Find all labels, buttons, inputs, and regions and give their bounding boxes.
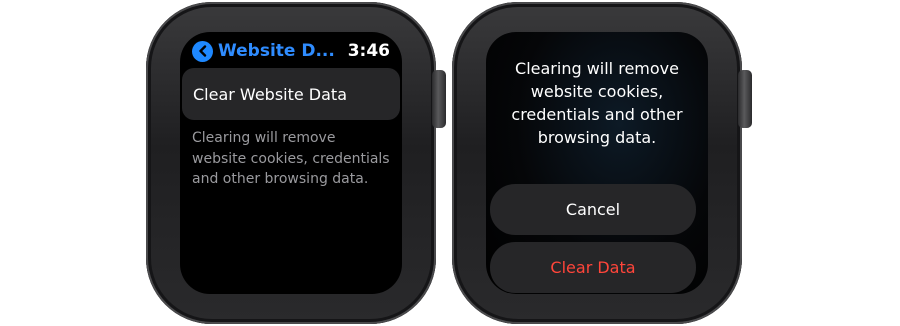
watch-screen-right: Clearing will remove website cookies, cr… [486,32,708,294]
clear-data-button[interactable]: Clear Data [490,242,696,293]
chevron-left-icon [192,40,213,62]
clear-website-data-button[interactable]: Clear Website Data [182,68,400,120]
status-bar: Website D... 3:46 [192,38,390,64]
clear-website-data-label: Clear Website Data [193,84,347,104]
footnote-text: Clearing will remove website cookies, cr… [192,130,390,187]
digital-crown[interactable] [738,70,752,128]
digital-crown[interactable] [432,70,446,128]
watch-screen-left: Website D... 3:46 Clear Website Data Cle… [180,32,402,294]
alert-message: Clearing will remove website cookies, cr… [511,59,683,147]
watch-left: Website D... 3:46 Clear Website Data Cle… [146,2,436,324]
cancel-button[interactable]: Cancel [490,184,696,235]
clear-data-label: Clear Data [550,258,636,277]
nav-title: Website D... [218,41,335,61]
watch-right: Clearing will remove website cookies, cr… [452,2,742,324]
back-button[interactable]: Website D... [192,40,344,62]
clock: 3:46 [347,41,390,61]
cancel-label: Cancel [565,200,621,219]
